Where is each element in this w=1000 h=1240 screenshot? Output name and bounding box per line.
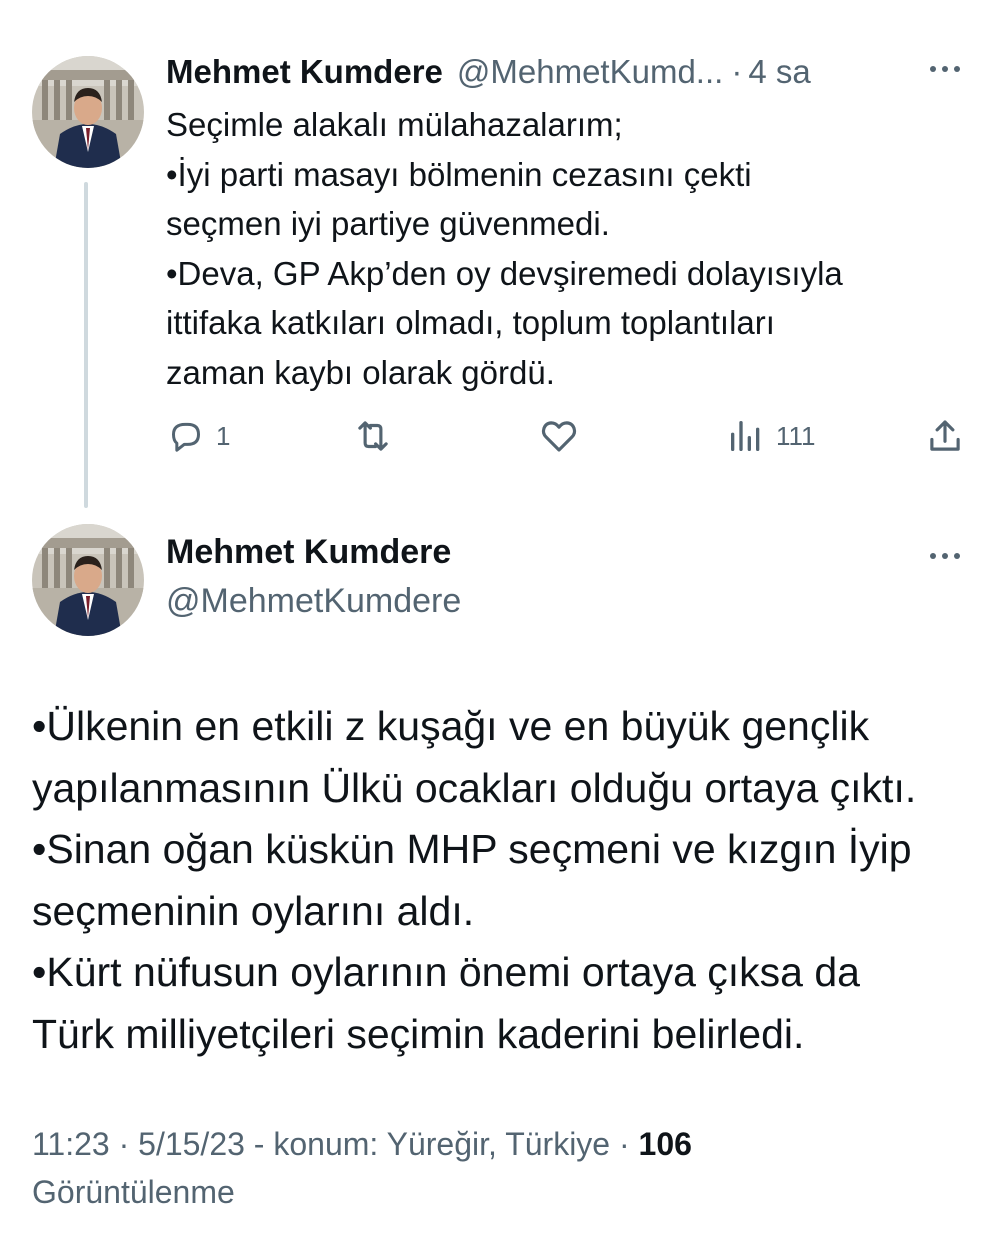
more-options-icon[interactable] (930, 553, 960, 559)
views-icon (731, 421, 760, 451)
meta-separator: · (610, 1126, 639, 1162)
tweet-header: Mehmet Kumdere @MehmetKumd... · 4 sa (166, 50, 966, 94)
tweet-timestamp[interactable]: 4 sa (748, 53, 810, 91)
views-button[interactable]: 111 (726, 412, 816, 460)
tweet-date[interactable]: 5/15/23 (138, 1126, 245, 1162)
tweet-time[interactable]: 11:23 (32, 1126, 110, 1162)
views-label[interactable]: Görüntülenme (32, 1168, 982, 1216)
author-name[interactable]: Mehmet Kumdere (166, 533, 451, 572)
author-handle[interactable]: @MehmetKumdere (166, 582, 461, 621)
more-options-icon[interactable] (930, 66, 960, 72)
reply-icon (172, 422, 200, 452)
like-icon (541, 421, 577, 452)
views-count: 111 (776, 420, 816, 451)
tweet-text: •Ülkenin en etkili z kuşağı ve en büyük … (32, 696, 982, 1065)
author-handle[interactable]: @MehmetKumd... (457, 53, 723, 91)
like-button[interactable] (538, 412, 580, 460)
share-button[interactable] (924, 412, 966, 460)
reply-button[interactable]: 1 (166, 412, 230, 460)
author-name[interactable]: Mehmet Kumdere (166, 53, 443, 91)
tweet-location: - konum: Yüreğir, Türkiye (244, 1126, 611, 1162)
tweet-text-line: Seçimle alakalı mülahazalarım; (166, 106, 623, 143)
tweet-text-line: zaman kaybı olarak gördü. (166, 353, 555, 391)
tweet-text-line: •Deva, GP Akp’den oy devşiremedi dolayıs… (166, 254, 843, 292)
tweet-text-line: •Ülkenin en etkili z kuşağı ve en büyük … (32, 703, 870, 749)
tweet-text-line: yapılanmasının Ülkü ocakları olduğu orta… (32, 764, 917, 811)
author-avatar[interactable] (32, 524, 144, 636)
tweet-text-line: ittifaka katkıları olmadı, toplum toplan… (166, 304, 775, 341)
tweet-text-line: •İyi parti masayı bölmenin cezasını çekt… (166, 155, 752, 193)
tweet-text-line: •Kürt nüfusun oylarının önemi ortaya çık… (32, 949, 860, 995)
tweet-text-line: seçmeninin oylarını aldı. (32, 887, 475, 934)
reply-count: 1 (216, 420, 231, 451)
views-count[interactable]: 106 (639, 1126, 692, 1162)
author-avatar[interactable] (32, 56, 144, 168)
header-separator: · (731, 53, 743, 90)
meta-separator: · (109, 1126, 139, 1162)
profile-photo (32, 524, 144, 636)
tweet-text: Seçimle alakalı mülahazalarım; •İyi part… (166, 100, 966, 397)
tweet-text-line: Türk milliyetçileri seçimin kaderini bel… (32, 1010, 805, 1057)
tweet-action-bar: 1 111 (166, 412, 966, 460)
retweet-icon (358, 421, 388, 451)
profile-photo (32, 56, 144, 168)
share-icon (930, 420, 960, 451)
tweet-metadata: 11:23 · 5/15/23 - konum: Yüreğir, Türkiy… (32, 1120, 982, 1216)
tweet-text-line: seçmen iyi partiye güvenmedi. (166, 205, 610, 242)
tweet-text-line: •Sinan oğan küskün MHP seçmeni ve kızgın… (32, 826, 912, 872)
retweet-button[interactable] (352, 412, 394, 460)
thread-connector-line (84, 182, 88, 508)
